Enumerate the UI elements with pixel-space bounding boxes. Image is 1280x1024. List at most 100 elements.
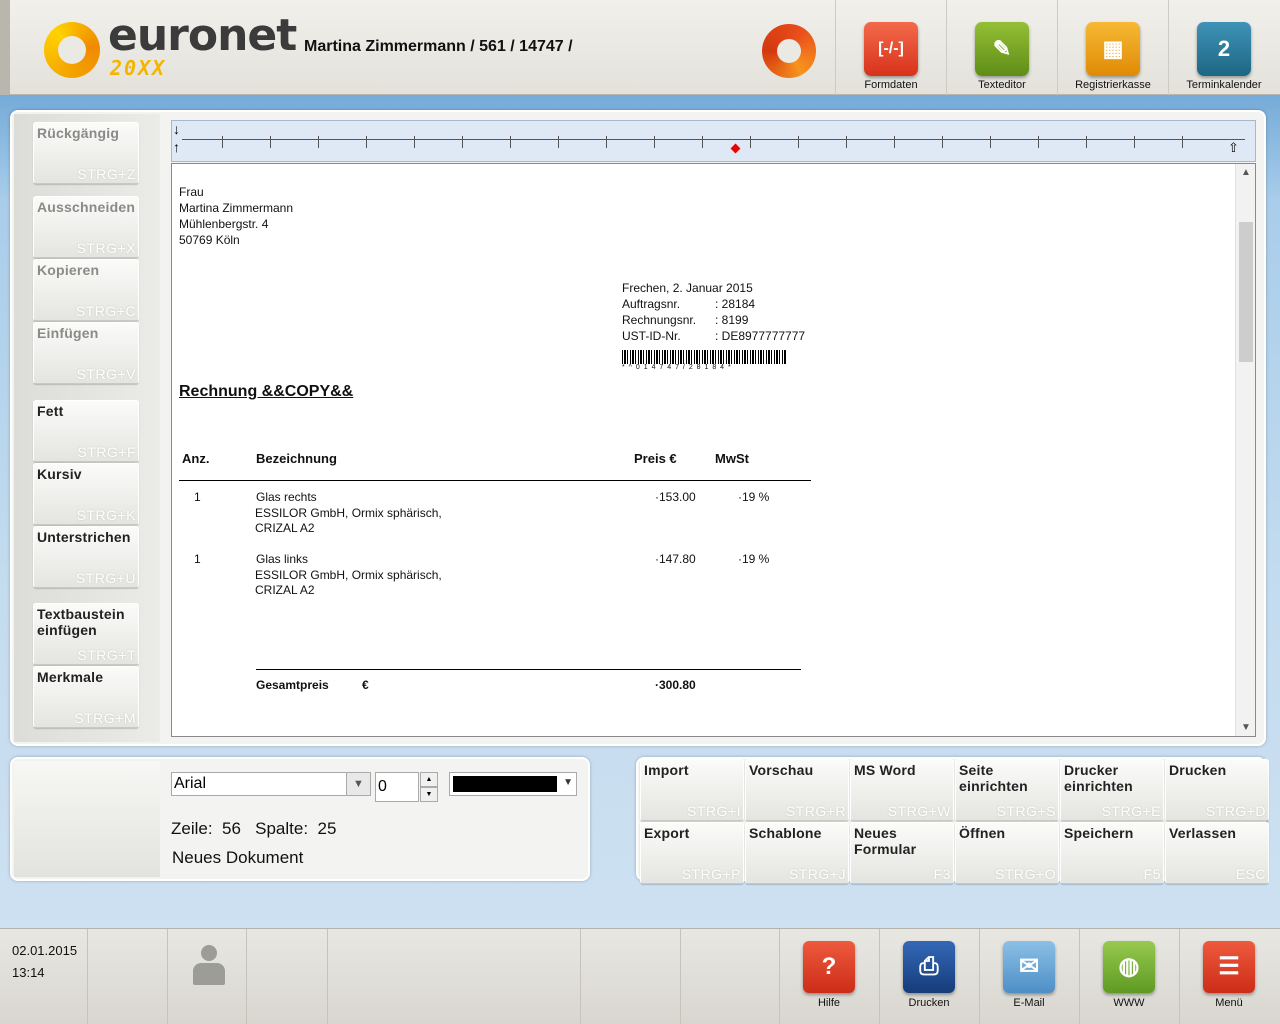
- ms-word-button[interactable]: MS Word STRG+W: [850, 759, 954, 821]
- order-number-label: Auftragsnr.: [622, 297, 681, 311]
- menu-button[interactable]: ☰ Menü: [1179, 929, 1279, 1024]
- new-form-shortcut: F3: [933, 866, 951, 882]
- indent-down-arrow-icon[interactable]: ↓: [173, 122, 180, 136]
- color-select[interactable]: ▼: [449, 772, 577, 796]
- bold-label: Fett: [37, 403, 64, 419]
- italic-shortcut: STRG+K: [76, 507, 136, 523]
- ruler[interactable]: ↓ ↑ ⇧: [171, 120, 1256, 162]
- divider: [246, 929, 247, 1024]
- registrierkasse-button[interactable]: ▦ Registrierkasse: [1057, 0, 1168, 95]
- scroll-down-icon[interactable]: ▼: [1236, 722, 1255, 733]
- texteditor-button[interactable]: ✎ Texteditor: [946, 0, 1057, 95]
- order-number-value: : 28184: [715, 297, 756, 311]
- user-icon[interactable]: [192, 945, 226, 985]
- item-detail: CRIZAL A2: [255, 583, 315, 597]
- registrierkasse-label: Registrierkasse: [1075, 79, 1151, 91]
- textblock-button[interactable]: Textbaustein einfügen STRG+T: [33, 603, 139, 665]
- new-form-button[interactable]: Neues Formular F3: [850, 822, 954, 884]
- ms-word-label: MS Word: [854, 762, 916, 778]
- textblock-shortcut: STRG+T: [77, 647, 136, 663]
- size-up-icon[interactable]: ▲: [420, 772, 438, 787]
- paste-button[interactable]: Einfügen STRG+V: [33, 322, 139, 384]
- help-label: Hilfe: [817, 997, 840, 1009]
- open-shortcut: STRG+O: [995, 866, 1056, 882]
- exit-button[interactable]: Verlassen ESC: [1165, 822, 1269, 884]
- font-size-input[interactable]: 0: [375, 772, 419, 802]
- ruler-tick: [942, 136, 943, 148]
- time-display: 13:14: [12, 965, 45, 980]
- export-button[interactable]: Export STRG+P: [640, 822, 744, 884]
- email-button[interactable]: ✉ E-Mail: [979, 929, 1079, 1024]
- scrollbar-thumb[interactable]: [1239, 222, 1253, 362]
- italic-label: Kursiv: [37, 466, 82, 482]
- column-header-vat: MwSt: [715, 451, 749, 466]
- printer-setup-button[interactable]: Drucker einrichten STRG+E: [1060, 759, 1164, 821]
- exit-label: Verlassen: [1169, 825, 1237, 841]
- scroll-up-icon[interactable]: ▲: [1236, 167, 1255, 178]
- divider: [580, 929, 581, 1024]
- print-button[interactable]: Drucken STRG+D: [1165, 759, 1269, 821]
- terminkalender-button[interactable]: 2 Terminkalender: [1168, 0, 1279, 95]
- copy-button[interactable]: Kopieren STRG+C: [33, 259, 139, 321]
- open-button[interactable]: Öffnen STRG+O: [955, 822, 1059, 884]
- menu-label: Menü: [1215, 997, 1243, 1009]
- undo-button[interactable]: Rückgängig STRG+Z: [33, 122, 139, 184]
- tab-marker-icon[interactable]: [730, 143, 741, 154]
- total-currency: €: [362, 678, 369, 692]
- help-button[interactable]: ? Hilfe: [779, 929, 879, 1024]
- cash-register-icon: ▦: [1086, 22, 1140, 76]
- cursor-position: Zeile: 56 Spalte: 25: [171, 819, 336, 839]
- export-label: Export: [644, 825, 690, 841]
- save-button[interactable]: Speichern F5: [1060, 822, 1164, 884]
- page-setup-button[interactable]: Seite einrichten STRG+S: [955, 759, 1059, 821]
- ms-word-shortcut: STRG+W: [887, 803, 951, 819]
- bold-button[interactable]: Fett STRG+F: [33, 400, 139, 462]
- cut-shortcut: STRG+X: [76, 240, 136, 256]
- font-select[interactable]: Arial ▼: [171, 772, 371, 796]
- user-head-icon: [201, 945, 217, 961]
- features-shortcut: STRG+M: [74, 710, 136, 726]
- ruler-tick: [1086, 136, 1087, 148]
- right-margin-arrow-icon[interactable]: ⇧: [1228, 141, 1239, 155]
- bold-shortcut: STRG+F: [77, 444, 136, 460]
- document-editor[interactable]: Frau Martina Zimmermann Mühlenbergstr. 4…: [171, 163, 1256, 737]
- invoice-title: Rechnung &&COPY&&: [179, 383, 354, 400]
- user-body-icon: [193, 963, 225, 985]
- template-shortcut: STRG+J: [788, 866, 846, 882]
- font-size-value: 0: [378, 778, 387, 795]
- import-shortcut: STRG+I: [687, 803, 741, 819]
- ruler-tick: [462, 136, 463, 148]
- help-icon: ?: [803, 941, 855, 993]
- globe-icon: ◍: [1103, 941, 1155, 993]
- size-down-icon[interactable]: ▼: [420, 787, 438, 802]
- header-rule: [179, 480, 811, 481]
- printer-setup-label: Drucker einrichten: [1064, 762, 1133, 794]
- address-line: Martina Zimmermann: [179, 201, 294, 215]
- item-price: ·147.80: [655, 552, 696, 566]
- www-button[interactable]: ◍ WWW: [1079, 929, 1179, 1024]
- item-vat: ·19 %: [738, 490, 770, 504]
- formdaten-button[interactable]: [-/-] Formdaten: [835, 0, 946, 95]
- chevron-down-icon[interactable]: ▼: [563, 777, 573, 788]
- vertical-scrollbar[interactable]: ▲ ▼: [1235, 164, 1255, 736]
- column-header-price: Preis €: [634, 451, 677, 466]
- divider: [87, 929, 88, 1024]
- italic-button[interactable]: Kursiv STRG+K: [33, 463, 139, 525]
- features-button[interactable]: Merkmale STRG+M: [33, 666, 139, 728]
- ruler-tick: [270, 136, 271, 148]
- template-button[interactable]: Schablone STRG+J: [745, 822, 849, 884]
- chevron-down-icon[interactable]: ▼: [346, 773, 370, 795]
- mail-icon: ✉: [1003, 941, 1055, 993]
- preview-button[interactable]: Vorschau STRG+R: [745, 759, 849, 821]
- format-panel-side: [14, 761, 160, 877]
- underline-button[interactable]: Unterstrichen STRG+U: [33, 526, 139, 588]
- import-button[interactable]: Import STRG+I: [640, 759, 744, 821]
- line-label: Zeile:: [171, 819, 213, 838]
- document-status: Neues Dokument: [172, 848, 304, 867]
- cut-button[interactable]: Ausschneiden STRG+X: [33, 196, 139, 258]
- indent-up-arrow-icon[interactable]: ↑: [173, 140, 180, 154]
- preview-label: Vorschau: [749, 762, 814, 778]
- print-button[interactable]: ⎙ Drucken: [879, 929, 979, 1024]
- item-vat: ·19 %: [738, 552, 770, 566]
- underline-label: Unterstrichen: [37, 529, 131, 545]
